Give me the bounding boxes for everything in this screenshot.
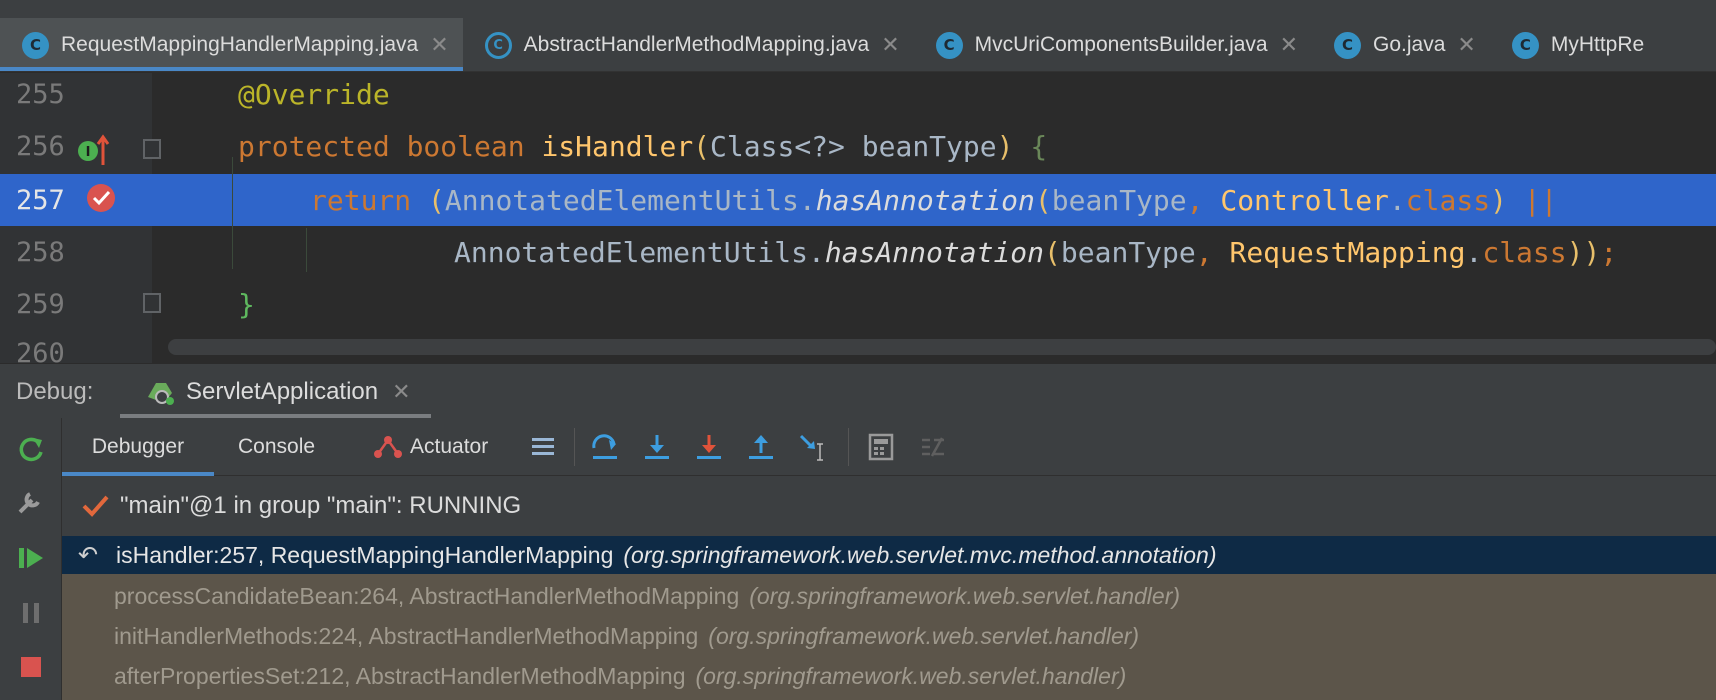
debug-title: Debug: [16,378,94,405]
return-arrow-icon: ↶ [78,541,99,569]
toolbar-separator [848,428,849,466]
spring-boot-debug-icon [148,382,174,405]
step-out-icon[interactable] [746,432,776,462]
frame-package: (org.springframework.web.servlet.mvc.met… [623,541,1217,568]
pause-icon[interactable] [16,598,46,628]
indent-guide [232,157,233,269]
frame-method: isHandler:257, RequestMappingHandlerMapp… [116,541,614,568]
close-icon[interactable]: ✕ [1280,32,1298,58]
tab-abstract-handler-method-mapping[interactable]: C AbstractHandlerMethodMapping.java ✕ [463,18,914,71]
frames-layout-icon[interactable] [528,432,558,462]
close-icon[interactable]: ✕ [881,32,899,58]
indent-guide [306,228,307,272]
step-into-icon[interactable] [642,432,672,462]
code-text: AnnotatedElementUtils.hasAnnotation(bean… [454,235,1618,269]
evaluate-expression-icon[interactable] [866,432,896,462]
editor-tab-bar: C RequestMappingHandlerMapping.java ✕ C … [0,18,1716,72]
rerun-icon[interactable] [16,434,46,464]
horizontal-scrollbar[interactable] [168,339,1716,355]
svg-text:I: I [86,145,91,160]
line-number: 258 [16,236,65,268]
tab-label: Debugger [91,435,185,458]
tab-label: Go.java [1373,33,1446,56]
stack-frame[interactable]: processCandidateBean:264, AbstractHandle… [62,576,1716,616]
run-to-cursor-icon[interactable] [798,432,828,462]
code-text: @Override [238,77,390,111]
tab-mvc-uri-components-builder[interactable]: C MvcUriComponentsBuilder.java ✕ [914,18,1312,71]
implements-method-icon[interactable]: I [78,133,110,167]
tab-my-http-re[interactable]: C MyHttpRe [1490,18,1658,71]
frame-method: initHandlerMethods:224, AbstractHandlerM… [114,622,699,649]
actuator-icon [374,436,402,458]
code-text: return (AnnotatedElementUtils.hasAnnotat… [310,183,1558,217]
tab-label: Actuator [410,435,489,458]
frame-method: afterPropertiesSet:212, AbstractHandlerM… [114,662,686,689]
toolbar-separator [574,428,575,466]
code-text: } [238,287,255,321]
abstract-class-icon: C [484,31,512,59]
force-step-into-icon[interactable] [694,432,724,462]
debug-tool-window-header: Debug: ServletApplication ✕ [0,363,1716,419]
thread-selector[interactable]: "main"@1 in group "main": RUNNING [62,477,1716,535]
fold-marker-icon[interactable] [143,293,161,313]
frame-package: (org.springframework.web.servlet.handler… [695,662,1127,689]
tab-servlet-application[interactable]: ServletApplication ✕ [120,364,431,419]
current-execution-line[interactable]: 257 return (AnnotatedElementUtils.hasAnn… [0,174,1716,226]
checkmark-icon [82,495,109,517]
close-icon[interactable]: ✕ [392,379,410,405]
tab-label: MyHttpRe [1550,33,1645,56]
class-icon: C [935,31,963,59]
line-number: 256 [16,130,65,162]
frames-list: ↶ isHandler:257, RequestMappingHandlerMa… [62,536,1716,700]
stack-frame[interactable]: ↶ isHandler:257, RequestMappingHandlerMa… [62,536,1716,574]
trace-current-stream-icon[interactable] [918,432,948,462]
close-icon[interactable]: ✕ [1457,32,1475,58]
line-number: 255 [16,78,65,110]
tab-debugger[interactable]: Debugger [62,418,214,476]
code-line[interactable]: 255 @Override [0,73,1716,120]
stack-frame[interactable]: initHandlerMethods:224, AbstractHandlerM… [62,616,1716,656]
code-line[interactable]: 258 AnnotatedElementUtils.hasAnnotation(… [0,226,1716,278]
code-editor[interactable]: 255 @Override 256 protected boolean isHa… [0,73,1716,363]
code-text: protected boolean isHandler(Class<?> bea… [238,129,1048,163]
tab-label: RequestMappingHandlerMapping.java [61,33,419,56]
line-number: 257 [16,184,65,216]
wrench-icon[interactable] [16,486,46,516]
debug-side-toolbar [0,418,62,700]
frame-package: (org.springframework.web.servlet.handler… [708,622,1140,649]
close-icon[interactable]: ✕ [430,32,448,58]
line-number: 259 [16,288,65,320]
class-icon: C [1511,31,1539,59]
frame-package: (org.springframework.web.servlet.handler… [749,582,1181,609]
run-config-label: ServletApplication [186,377,379,405]
tab-label: MvcUriComponentsBuilder.java [974,33,1268,56]
step-over-icon[interactable] [590,432,620,462]
fold-marker-icon[interactable] [143,139,161,159]
frame-method: processCandidateBean:264, AbstractHandle… [114,582,740,609]
class-icon: C [22,31,49,59]
thread-status: "main"@1 in group "main": RUNNING [120,492,522,519]
class-icon: C [1334,31,1362,59]
line-number: 260 [16,337,65,364]
breakpoint-icon[interactable] [86,183,116,213]
tab-label: Console [238,435,316,458]
tab-console[interactable]: Console [238,418,315,476]
tab-go[interactable]: C Go.java ✕ [1312,18,1490,71]
debugger-toolbar: Debugger Console Actuator [62,418,1716,476]
code-line[interactable]: 256 protected boolean isHandler(Class<?>… [0,120,1716,172]
code-line[interactable]: 259 } [0,278,1716,330]
stop-icon[interactable] [16,652,46,682]
title-strip [0,0,1716,18]
resume-icon[interactable] [16,543,46,573]
tab-actuator[interactable]: Actuator [372,418,488,476]
tab-label: AbstractHandlerMethodMapping.java [523,33,870,56]
tab-request-mapping-handler-mapping[interactable]: C RequestMappingHandlerMapping.java ✕ [0,18,463,71]
stack-frame[interactable]: afterPropertiesSet:212, AbstractHandlerM… [62,656,1716,696]
